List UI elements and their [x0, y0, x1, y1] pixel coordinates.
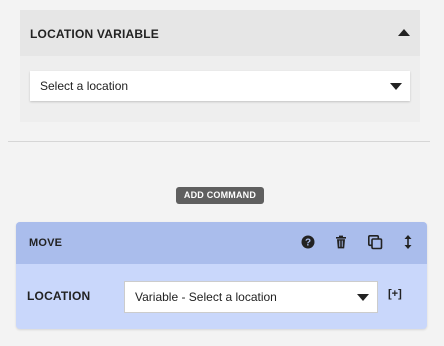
add-command-button[interactable]: ADD COMMAND	[176, 187, 264, 204]
help-icon[interactable]: ?	[300, 234, 316, 250]
trash-icon[interactable]	[333, 234, 349, 250]
location-select-value: Select a location	[40, 79, 129, 93]
move-command-card: MOVE ? LOCATION Variable - Select a loca…	[16, 222, 427, 329]
location-select[interactable]: Select a location	[30, 71, 410, 101]
reorder-icon[interactable]	[400, 234, 416, 250]
duplicate-icon[interactable]	[367, 234, 383, 250]
chevron-down-icon	[390, 83, 402, 90]
location-variable-title: LOCATION VARIABLE	[30, 27, 159, 41]
collapse-caret-icon[interactable]	[398, 29, 410, 36]
add-variable-button[interactable]: [+]	[388, 288, 402, 300]
section-divider	[8, 141, 430, 142]
location-label: LOCATION	[27, 289, 91, 303]
location-variable-select[interactable]: Variable - Select a location	[125, 282, 377, 312]
location-variable-header[interactable]: LOCATION VARIABLE	[20, 10, 420, 56]
move-command-header: MOVE ?	[16, 222, 427, 264]
chevron-down-icon	[357, 294, 369, 301]
location-variable-select-value: Variable - Select a location	[135, 290, 277, 304]
svg-text:?: ?	[305, 237, 311, 248]
command-title: MOVE	[29, 237, 63, 249]
location-variable-panel: LOCATION VARIABLE Select a location	[20, 10, 420, 122]
